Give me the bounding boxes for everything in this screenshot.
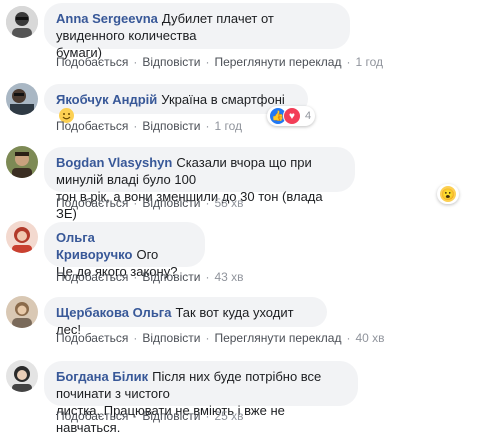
see-translation-link[interactable]: Переглянути переклад	[214, 55, 341, 69]
avatar[interactable]	[6, 296, 38, 328]
comment-bubble: Ольга Криворучко Ого Це до якого закону?	[44, 222, 205, 279]
comment-author[interactable]: Anna Sergeevna	[56, 11, 158, 26]
comment-author[interactable]: Ольга Криворучко	[56, 230, 132, 262]
reply-link[interactable]: Відповісти	[142, 270, 200, 284]
avatar-photo	[6, 6, 38, 38]
comment-time[interactable]: 58 хв	[214, 196, 243, 210]
avatar-photo	[6, 296, 38, 328]
comment-time[interactable]: 40 хв	[355, 331, 384, 345]
comment-actions: Подобається · Відповісти · Переглянути перек…	[56, 55, 383, 69]
love-reaction-icon: ♥	[283, 107, 301, 125]
avatar[interactable]	[6, 146, 38, 178]
avatar-photo	[6, 146, 38, 178]
comment-text: Україна в смартфоні	[161, 92, 285, 107]
comment-author[interactable]: Щербакова Ольга	[56, 305, 171, 320]
separator: ·	[205, 119, 210, 133]
comment-text: Ого	[136, 247, 159, 262]
reply-link[interactable]: Відповісти	[142, 196, 200, 210]
like-link[interactable]: Подобається	[56, 409, 128, 423]
separator: ·	[133, 409, 138, 423]
separator: ·	[133, 331, 138, 345]
separator: ·	[205, 196, 210, 210]
separator: ·	[133, 55, 138, 69]
wow-reaction-icon: 😮	[439, 185, 457, 203]
avatar[interactable]	[6, 360, 38, 392]
comment-author[interactable]: Bogdan Vlasyshyn	[56, 155, 172, 170]
separator: ·	[346, 331, 351, 345]
separator: ·	[133, 270, 138, 284]
avatar-photo	[6, 221, 38, 253]
comment-actions: Подобається · Відповісти · 1 год	[56, 119, 242, 133]
reply-link[interactable]: Відповісти	[142, 55, 200, 69]
separator: ·	[133, 196, 138, 210]
like-link[interactable]: Подобається	[56, 196, 128, 210]
comment-actions: Подобається · Відповісти · 43 хв	[56, 270, 244, 284]
separator: ·	[205, 270, 210, 284]
comment-author[interactable]: Богдана Білик	[56, 369, 148, 384]
reactions-summary[interactable]: 👍 ♥ 4	[267, 106, 316, 126]
comment-actions: Подобається · Відповісти · Переглянути перек…	[56, 331, 385, 345]
comment-bubble: Bogdan Vlasyshyn Сказали вчора що при мин…	[44, 147, 355, 221]
like-link[interactable]: Подобається	[56, 55, 128, 69]
comment-actions: Подобається · Відповісти · 25 хв	[56, 409, 244, 423]
see-translation-link[interactable]: Переглянути переклад	[214, 331, 341, 345]
avatar[interactable]	[6, 83, 38, 115]
reply-link[interactable]: Відповісти	[142, 331, 200, 345]
like-link[interactable]: Подобається	[56, 331, 128, 345]
comment-time[interactable]: 25 хв	[214, 409, 243, 423]
avatar-photo	[6, 83, 38, 115]
comment-time[interactable]: 1 год	[355, 55, 383, 69]
avatar-photo	[6, 360, 38, 392]
comment-actions: Подобається · Відповісти · 58 хв	[56, 196, 244, 210]
avatar[interactable]	[6, 6, 38, 38]
comment-bubble: Anna Sergeevna Дубилет плачет от увиденно…	[44, 3, 350, 60]
separator: ·	[205, 331, 210, 345]
separator: ·	[346, 55, 351, 69]
separator: ·	[205, 55, 210, 69]
comment-author[interactable]: Якобчук Андрій	[56, 92, 157, 107]
comment-bubble: Щербакова Ольга Так вот куда уходит лес!	[44, 297, 327, 337]
separator: ·	[205, 409, 210, 423]
reply-link[interactable]: Відповісти	[142, 119, 200, 133]
separator: ·	[133, 119, 138, 133]
avatar[interactable]	[6, 221, 38, 253]
reaction-count: 4	[305, 110, 312, 122]
comment-time[interactable]: 1 год	[214, 119, 242, 133]
like-link[interactable]: Подобається	[56, 270, 128, 284]
comment-time[interactable]: 43 хв	[214, 270, 243, 284]
reply-link[interactable]: Відповісти	[142, 409, 200, 423]
reactions-summary[interactable]: 😮	[437, 184, 459, 204]
like-link[interactable]: Подобається	[56, 119, 128, 133]
comment-bubble: Богдана Білик Після них буде потрібно все…	[44, 361, 358, 435]
